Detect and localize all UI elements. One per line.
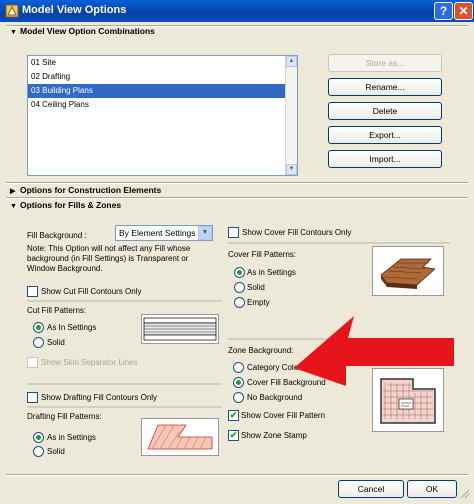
cut-fill-solid-radio[interactable]	[33, 337, 44, 348]
cut-fill-preview	[141, 314, 219, 344]
cut-fill-pattern-icon	[143, 317, 217, 341]
show-zone-stamp-label: Show Zone Stamp	[241, 431, 307, 440]
zone-background-label: Zone Background:	[228, 346, 294, 355]
radio-label: Solid	[247, 283, 265, 292]
zone-no-background-radio[interactable]	[233, 392, 244, 403]
help-button[interactable]: ?	[434, 2, 453, 20]
delete-button[interactable]: Delete	[328, 102, 442, 120]
show-zone-stamp-checkbox[interactable]: ✔	[228, 430, 239, 441]
chevron-down-icon[interactable]: ▼	[198, 226, 212, 240]
list-item[interactable]: 01 Site	[28, 56, 297, 70]
combinations-list[interactable]: 01 Site 02 Drafting 03 Building Plans 04…	[27, 55, 298, 176]
section-header-combinations[interactable]: ▼ Model View Option Combinations	[10, 26, 155, 36]
scroll-up-icon[interactable]: ▲	[286, 56, 297, 67]
ok-button[interactable]: OK	[407, 480, 457, 498]
fill-background-value: By Element Settings	[119, 228, 196, 238]
radio-label: Solid	[47, 447, 65, 456]
cover-fill-patterns-label: Cover Fill Patterns:	[228, 250, 297, 259]
cancel-button[interactable]: Cancel	[338, 480, 404, 498]
divider	[27, 406, 222, 408]
skin-separator-label: Show Skin Separator Lines	[41, 358, 138, 367]
cut-fill-patterns-label: Cut Fill Patterns:	[27, 306, 87, 315]
zone-cover-fill-background-radio[interactable]	[233, 377, 244, 388]
rename-button[interactable]: Rename...	[328, 78, 442, 96]
section-label: Options for Fills & Zones	[20, 200, 122, 210]
list-item[interactable]: 04 Ceiling Plans	[28, 98, 297, 112]
fill-background-note: Note: This Option will not affect any Fi…	[27, 244, 191, 273]
scroll-down-icon[interactable]: ▼	[286, 164, 297, 175]
radio-label: As in Settings	[247, 268, 296, 277]
cut-fill-contours-checkbox[interactable]	[27, 286, 38, 297]
skin-separator-checkbox[interactable]	[27, 357, 38, 368]
annotation-arrow-icon	[294, 316, 454, 386]
divider	[228, 242, 450, 244]
drafting-fill-preview	[141, 418, 219, 456]
title-bar: Model View Options ? ✕	[0, 0, 474, 22]
radio-label: Solid	[47, 338, 65, 347]
drafting-fill-contours-label: Show Drafting Fill Contours Only	[41, 393, 158, 402]
triangle-down-icon: ▼	[10, 29, 17, 36]
show-cover-fill-pattern-checkbox[interactable]: ✔	[228, 410, 239, 421]
divider	[27, 300, 222, 302]
cover-fill-empty-radio[interactable]	[234, 297, 245, 308]
import-button[interactable]: Import...	[328, 150, 442, 168]
fill-background-label: Fill Background :	[27, 231, 87, 240]
store-as-button[interactable]: Store as...	[328, 54, 442, 72]
triangle-down-icon: ▼	[10, 203, 17, 210]
cover-fill-floor-icon	[380, 258, 436, 289]
section-label: Options for Construction Elements	[20, 185, 162, 195]
cover-fill-contours-checkbox[interactable]	[228, 227, 239, 238]
section-label: Model View Option Combinations	[20, 26, 155, 36]
list-item-selected[interactable]: 03 Building Plans	[28, 84, 297, 98]
section-header-construction[interactable]: ▶ Options for Construction Elements	[10, 185, 161, 195]
drafting-fill-contours-checkbox[interactable]	[27, 392, 38, 403]
triangle-right-icon: ▶	[10, 188, 16, 195]
cover-fill-contours-label: Show Cover Fill Contours Only	[242, 228, 352, 237]
divider	[27, 383, 222, 385]
drafting-fill-patterns-label: Drafting Fill Patterns:	[27, 412, 102, 421]
divider	[6, 474, 468, 476]
radio-label: As In Settings	[47, 323, 97, 332]
close-button[interactable]: ✕	[454, 2, 473, 20]
cover-fill-preview	[372, 246, 444, 296]
radio-label: As in Settings	[47, 433, 96, 442]
cover-fill-as-in-settings-radio[interactable]	[234, 267, 245, 278]
fill-background-select[interactable]: By Element Settings ▼	[115, 225, 213, 241]
show-cover-fill-pattern-label: Show Cover Fill Pattern	[241, 411, 326, 420]
export-button[interactable]: Export...	[328, 126, 442, 144]
zone-category-color-radio[interactable]	[233, 362, 244, 373]
radio-label: Empty	[247, 298, 270, 307]
drafting-fill-solid-radio[interactable]	[33, 446, 44, 457]
divider	[6, 197, 468, 199]
window-title: Model View Options	[22, 4, 127, 16]
resize-grip-icon[interactable]	[458, 487, 470, 499]
list-scrollbar[interactable]: ▲ ▼	[285, 56, 297, 175]
archicad-icon	[5, 4, 19, 18]
cover-fill-solid-radio[interactable]	[234, 282, 245, 293]
section-header-fills-zones[interactable]: ▼ Options for Fills & Zones	[10, 200, 121, 210]
drafting-fill-as-in-settings-radio[interactable]	[33, 432, 44, 443]
cut-fill-as-in-settings-radio[interactable]	[33, 322, 44, 333]
drafting-fill-pattern-icon	[147, 424, 213, 450]
divider	[6, 182, 468, 184]
cut-fill-contours-label: Show Cut Fill Contours Only	[41, 287, 142, 296]
radio-label: No Background	[247, 393, 303, 402]
list-item[interactable]: 02 Drafting	[28, 70, 297, 84]
